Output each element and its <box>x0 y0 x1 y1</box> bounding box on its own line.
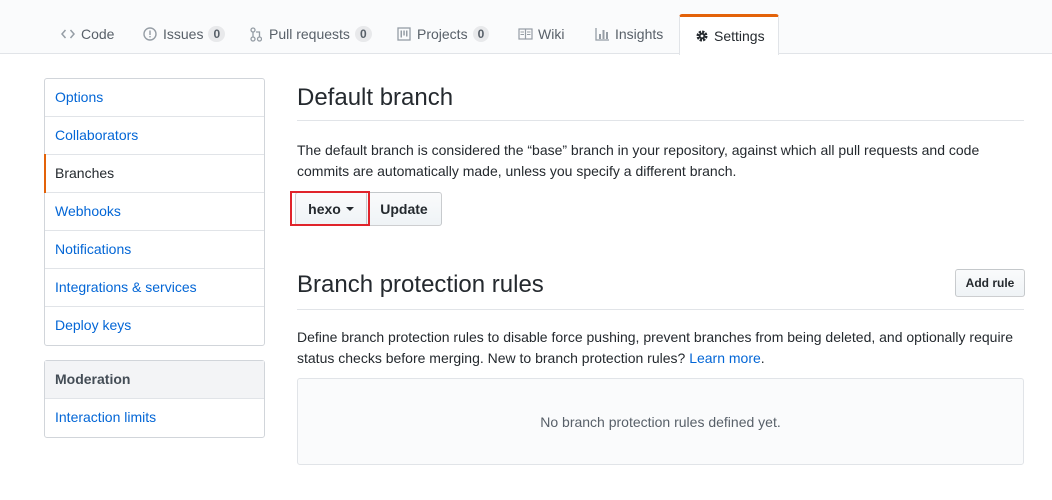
tab-label: Issues <box>163 26 204 42</box>
gear-icon <box>695 28 709 44</box>
sidebar-item-webhooks[interactable]: Webhooks <box>45 193 264 231</box>
tab-pull-requests[interactable]: Pull requests 0 <box>248 14 372 54</box>
default-branch-title: Default branch <box>297 84 1024 121</box>
project-icon <box>396 26 412 42</box>
sidebar-item-notifications[interactable]: Notifications <box>45 231 264 269</box>
branch-protection-description: Define branch protection rules to disabl… <box>297 327 1024 369</box>
learn-more-link[interactable]: Learn more <box>689 350 761 366</box>
protection-description-text: Define branch protection rules to disabl… <box>297 329 1013 366</box>
projects-counter: 0 <box>472 26 490 42</box>
moderation-sidebar: Moderation Interaction limits <box>44 360 265 438</box>
graph-icon <box>594 26 610 42</box>
sidebar-item-interaction-limits[interactable]: Interaction limits <box>45 399 264 437</box>
book-icon <box>517 26 533 42</box>
issues-counter: 0 <box>208 26 226 42</box>
sidebar-item-collaborators[interactable]: Collaborators <box>45 117 264 155</box>
moderation-heading: Moderation <box>45 361 264 399</box>
empty-state-text: No branch protection rules defined yet. <box>540 413 781 430</box>
tab-label: Wiki <box>538 26 565 42</box>
tab-label: Code <box>81 26 115 42</box>
empty-state: No branch protection rules defined yet. <box>297 378 1024 465</box>
tab-wiki[interactable]: Wiki <box>517 14 564 54</box>
pull-requests-counter: 0 <box>354 26 372 42</box>
sidebar-item-integrations[interactable]: Integrations & services <box>45 269 264 307</box>
sidebar-item-options[interactable]: Options <box>45 79 264 117</box>
tab-label: Insights <box>615 26 664 42</box>
code-icon <box>60 26 76 42</box>
tab-insights[interactable]: Insights <box>594 14 663 54</box>
tab-settings[interactable]: Settings <box>679 14 779 55</box>
tab-projects[interactable]: Projects 0 <box>396 14 490 54</box>
repo-nav: Code Issues 0 Pull requests 0 Projects 0… <box>0 0 1052 55</box>
tab-code[interactable]: Code <box>60 14 114 54</box>
tab-label: Projects <box>417 26 468 42</box>
update-button[interactable]: Update <box>367 192 442 226</box>
add-rule-button[interactable]: Add rule <box>955 269 1025 297</box>
branch-protection-title: Branch protection rules <box>297 271 1024 310</box>
branch-select-value: hexo <box>308 201 341 217</box>
settings-sidebar: Options Collaborators Branches Webhooks … <box>44 78 265 346</box>
tab-label: Settings <box>714 28 765 44</box>
default-branch-description: The default branch is considered the “ba… <box>297 142 980 179</box>
sidebar-item-branches[interactable]: Branches <box>44 154 264 193</box>
issue-icon <box>142 26 158 42</box>
tab-label: Pull requests <box>269 26 350 42</box>
sidebar-item-deploy-keys[interactable]: Deploy keys <box>45 307 264 345</box>
pull-request-icon <box>248 26 264 42</box>
branch-select-button[interactable]: hexo <box>295 192 367 226</box>
description-period: . <box>760 350 765 366</box>
caret-down-icon <box>345 207 354 211</box>
tab-issues[interactable]: Issues 0 <box>142 14 226 54</box>
